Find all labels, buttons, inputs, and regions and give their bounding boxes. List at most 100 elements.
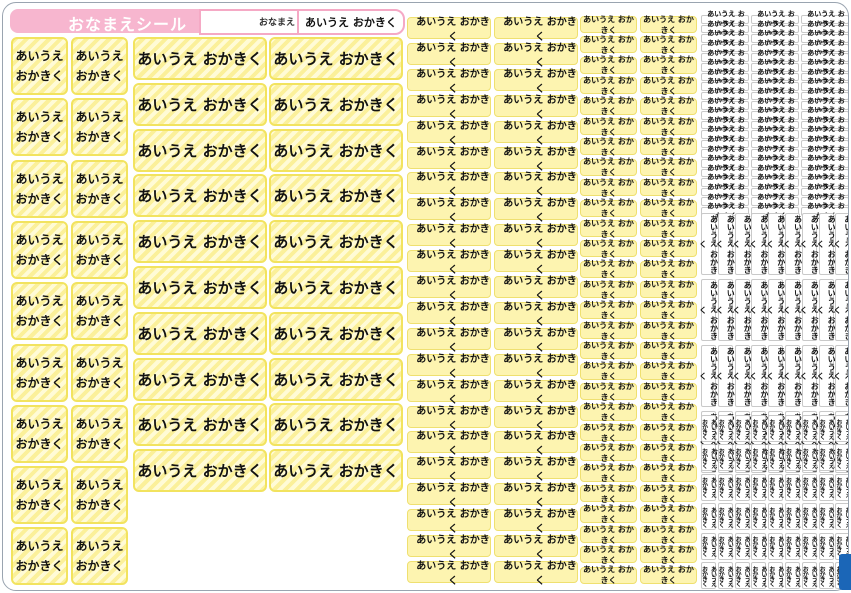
tiny-vertical-label[interactable]: あいうえ おかきく: [801, 473, 817, 501]
tiny-vertical-label[interactable]: あいうえ おかきく: [751, 444, 767, 472]
tiny-vertical-label[interactable]: あいうえ おかきく: [768, 444, 784, 472]
tiny-vertical-label[interactable]: あいうえ おかきく: [701, 444, 717, 472]
medium-label[interactable]: あいうえ おかきく: [407, 327, 491, 354]
medium-label[interactable]: あいうえ おかきく: [494, 405, 578, 432]
medium-label[interactable]: あいうえ おかきく: [494, 379, 578, 406]
small-label[interactable]: あいうえ おかきく: [640, 545, 697, 565]
small-label[interactable]: あいうえ おかきく: [580, 565, 637, 585]
tiny-vertical-label[interactable]: あいうえ おかきく: [785, 415, 801, 442]
small-label[interactable]: あいうえ おかきく: [580, 484, 637, 504]
medium-label[interactable]: あいうえ おかきく: [407, 457, 491, 483]
tiny-vertical-label[interactable]: あいうえ おかきく: [734, 532, 750, 560]
large-label[interactable]: あいうえ おかきく: [269, 128, 403, 172]
square-label[interactable]: あいうえ おかきく: [71, 220, 128, 279]
small-label[interactable]: あいうえ おかきく: [580, 525, 637, 545]
medium-label[interactable]: あいうえ おかきく: [494, 42, 578, 69]
medium-label[interactable]: あいうえ おかきく: [494, 327, 578, 354]
large-label[interactable]: あいうえ おかきく: [269, 37, 403, 80]
medium-label[interactable]: あいうえ おかきく: [494, 535, 578, 561]
small-label[interactable]: あいうえ おかきく: [580, 545, 637, 565]
small-label[interactable]: あいうえ おかきく: [640, 484, 697, 504]
medium-label[interactable]: あいうえ おかきく: [407, 379, 491, 406]
small-label[interactable]: あいうえ おかきく: [580, 178, 637, 198]
small-label[interactable]: あいうえ おかきく: [640, 423, 697, 443]
small-label[interactable]: あいうえ おかきく: [580, 259, 637, 279]
tiny-vertical-label[interactable]: あいうえ おかきく: [734, 415, 750, 442]
square-label[interactable]: あいうえ おかきく: [71, 98, 128, 157]
small-label[interactable]: あいうえ おかきく: [640, 463, 697, 483]
square-label[interactable]: あいうえ おかきく: [71, 404, 128, 463]
large-label[interactable]: あいうえ おかきく: [269, 357, 403, 401]
large-label[interactable]: あいうえ おかきく: [133, 82, 267, 126]
medium-label[interactable]: あいうえ おかきく: [407, 560, 491, 587]
tiny-vertical-label[interactable]: あいうえ おかきく: [835, 415, 848, 442]
tiny-vertical-label[interactable]: あいうえ おかきく: [751, 503, 767, 531]
large-label[interactable]: あいうえ おかきく: [133, 357, 267, 401]
tiny-vertical-label[interactable]: あいうえ おかきく: [768, 562, 784, 589]
small-label[interactable]: あいうえ おかきく: [580, 443, 637, 463]
medium-label[interactable]: あいうえ おかきく: [494, 353, 578, 380]
small-label[interactable]: あいうえ おかきく: [580, 300, 637, 320]
small-label[interactable]: あいうえ おかきく: [640, 239, 697, 259]
square-label[interactable]: あいうえ おかきく: [11, 98, 68, 157]
small-label[interactable]: あいうえ おかきく: [640, 157, 697, 177]
square-label[interactable]: あいうえ おかきく: [71, 343, 128, 402]
small-label[interactable]: あいうえ おかきく: [580, 76, 637, 96]
large-label[interactable]: あいうえ おかきく: [269, 403, 403, 447]
tiny-vertical-label[interactable]: あいうえ おかきく: [785, 503, 801, 531]
medium-label[interactable]: あいうえ おかきく: [407, 224, 491, 250]
tiny-vertical-label[interactable]: あいうえ おかきく: [818, 532, 834, 560]
small-label[interactable]: あいうえ おかきく: [580, 117, 637, 137]
medium-label[interactable]: あいうえ おかきく: [494, 172, 578, 198]
medium-label[interactable]: あいうえ おかきく: [407, 431, 491, 457]
square-label[interactable]: あいうえ おかきく: [11, 282, 68, 341]
large-label[interactable]: あいうえ おかきく: [269, 82, 403, 126]
small-label[interactable]: あいうえ おかきく: [580, 463, 637, 483]
small-label[interactable]: あいうえ おかきく: [640, 259, 697, 279]
small-label[interactable]: あいうえ おかきく: [640, 219, 697, 239]
square-label[interactable]: あいうえ おかきく: [71, 159, 128, 218]
small-label[interactable]: あいうえ おかきく: [580, 198, 637, 218]
medium-label[interactable]: あいうえ おかきく: [407, 198, 491, 224]
small-label[interactable]: あいうえ おかきく: [640, 525, 697, 545]
large-label[interactable]: あいうえ おかきく: [269, 449, 403, 493]
tiny-vertical-label[interactable]: あいうえ おかきく: [701, 532, 717, 560]
small-label[interactable]: あいうえ おかきく: [640, 117, 697, 137]
medium-label[interactable]: あいうえ おかきく: [407, 483, 491, 509]
tiny-vertical-label[interactable]: あいうえ おかきく: [734, 503, 750, 531]
large-label[interactable]: あいうえ おかきく: [133, 174, 267, 218]
small-label[interactable]: あいうえ おかきく: [640, 198, 697, 218]
medium-label[interactable]: あいうえ おかきく: [407, 405, 491, 432]
small-label[interactable]: あいうえ おかきく: [580, 423, 637, 443]
vertical-label[interactable]: あいうえ おかきく: [833, 345, 848, 407]
small-label[interactable]: あいうえ おかきく: [580, 137, 637, 157]
tiny-vertical-label[interactable]: あいうえ おかきく: [818, 444, 834, 472]
medium-label[interactable]: あいうえ おかきく: [494, 17, 578, 43]
large-label[interactable]: あいうえ おかきく: [133, 311, 267, 355]
large-label[interactable]: あいうえ おかきく: [133, 449, 267, 493]
tiny-vertical-label[interactable]: あいうえ おかきく: [751, 532, 767, 560]
small-label[interactable]: あいうえ おかきく: [580, 280, 637, 300]
small-label[interactable]: あいうえ おかきく: [640, 55, 697, 75]
medium-label[interactable]: あいうえ おかきく: [407, 120, 491, 147]
medium-label[interactable]: あいうえ おかきく: [494, 276, 578, 302]
medium-label[interactable]: あいうえ おかきく: [407, 68, 491, 95]
small-label[interactable]: あいうえ おかきく: [580, 402, 637, 422]
tiny-vertical-label[interactable]: あいうえ おかきく: [701, 503, 717, 531]
tiny-vertical-label[interactable]: あいうえ おかきく: [785, 473, 801, 501]
square-label[interactable]: あいうえ おかきく: [71, 527, 128, 586]
small-label[interactable]: あいうえ おかきく: [640, 443, 697, 463]
tiny-vertical-label[interactable]: あいうえ おかきく: [801, 444, 817, 472]
tiny-vertical-label[interactable]: あいうえ おかきく: [835, 503, 848, 531]
large-label[interactable]: あいうえ おかきく: [133, 37, 267, 80]
tiny-vertical-label[interactable]: あいうえ おかきく: [768, 415, 784, 442]
tiny-vertical-label[interactable]: あいうえ おかきく: [818, 562, 834, 589]
medium-label[interactable]: あいうえ おかきく: [494, 509, 578, 535]
large-label[interactable]: あいうえ おかきく: [269, 266, 403, 309]
tiny-vertical-label[interactable]: あいうえ おかきく: [768, 473, 784, 501]
tiny-vertical-label[interactable]: あいうえ おかきく: [818, 473, 834, 501]
tiny-vertical-label[interactable]: あいうえ おかきく: [717, 562, 733, 589]
tiny-vertical-label[interactable]: あいうえ おかきく: [801, 415, 817, 442]
small-label[interactable]: あいうえ おかきく: [640, 137, 697, 157]
small-label[interactable]: あいうえ おかきく: [640, 178, 697, 198]
